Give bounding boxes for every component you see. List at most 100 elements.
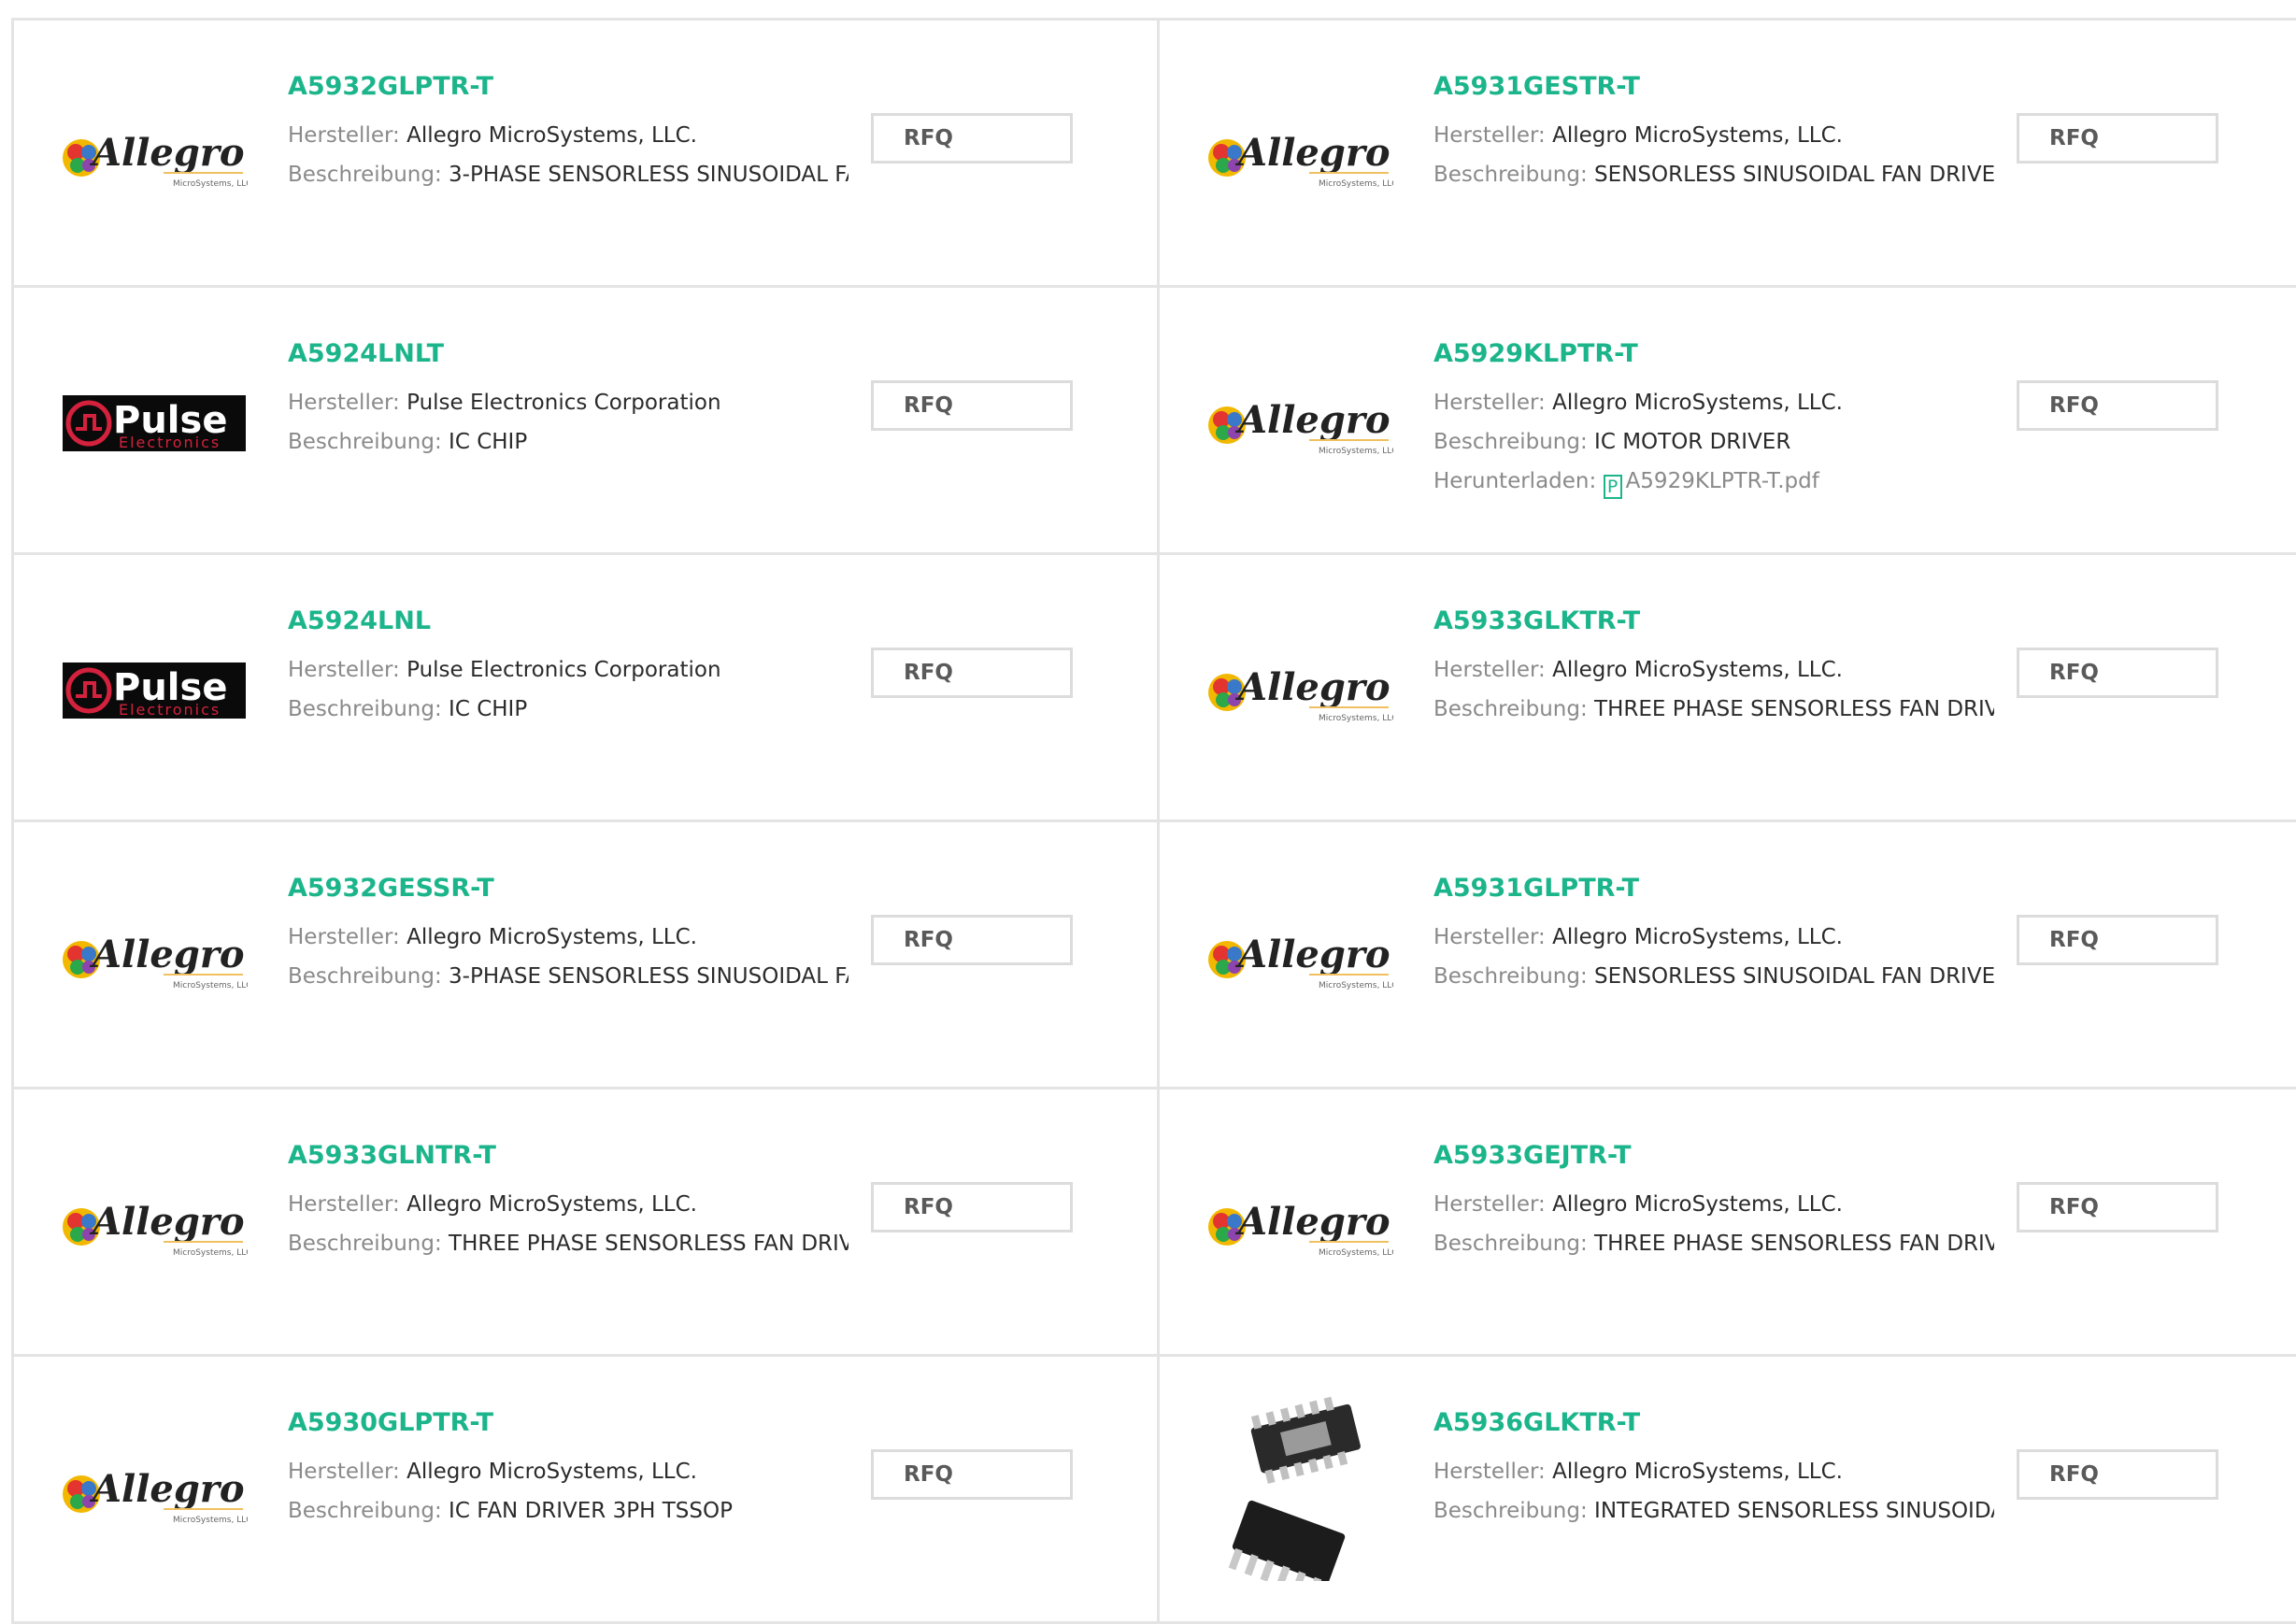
manufacturer-value: Allegro MicroSystems, LLC. bbox=[406, 123, 697, 148]
part-number-link[interactable]: A5933GLKTR-T bbox=[1433, 605, 1994, 637]
part-number-link[interactable]: A5932GESSR-T bbox=[288, 873, 849, 905]
allegro-subtext: MicroSystems, LLC bbox=[173, 179, 248, 189]
description-row: Beschreibung: THREE PHASE SENSORLESS FAN… bbox=[1433, 690, 1994, 729]
rfq-button[interactable]: RFQ bbox=[2017, 915, 2218, 965]
manufacturer-label: Hersteller: bbox=[1433, 123, 1546, 148]
description-label: Beschreibung: bbox=[288, 1499, 442, 1523]
chip-photo-icon bbox=[1228, 1396, 1361, 1581]
allegro-subtext: MicroSystems, LLC bbox=[1319, 1248, 1393, 1258]
manufacturer-label: Hersteller: bbox=[1433, 1460, 1546, 1484]
rfq-button[interactable]: RFQ bbox=[871, 915, 1073, 965]
allegro-logo-icon: Allegro MicroSystems, LLC bbox=[63, 1467, 248, 1525]
rfq-button[interactable]: RFQ bbox=[871, 648, 1073, 698]
product-grid: Allegro MicroSystems, LLC A5932GLPTR-T H… bbox=[11, 18, 2296, 1624]
description-label: Beschreibung: bbox=[1433, 697, 1588, 721]
part-number-link[interactable]: A5933GEJTR-T bbox=[1433, 1140, 1994, 1172]
part-number-link[interactable]: A5924LNLT bbox=[288, 338, 849, 370]
part-number-link[interactable]: A5929KLPTR-T bbox=[1433, 338, 1994, 370]
product-info: A5929KLPTR-T Hersteller: Allegro MicroSy… bbox=[1433, 338, 1994, 501]
pdf-icon: P bbox=[1603, 475, 1622, 499]
manufacturer-logo: Allegro MicroSystems, LLC bbox=[61, 1174, 248, 1276]
allegro-logo-icon: Allegro MicroSystems, LLC bbox=[63, 933, 248, 990]
part-number-link[interactable]: A5932GLPTR-T bbox=[288, 71, 849, 103]
description-row: Beschreibung: IC MOTOR DRIVER bbox=[1433, 422, 1994, 462]
product-info: A5932GESSR-T Hersteller: Allegro MicroSy… bbox=[288, 873, 849, 996]
part-number-link[interactable]: A5930GLPTR-T bbox=[288, 1407, 849, 1439]
manufacturer-value: Allegro MicroSystems, LLC. bbox=[1552, 1192, 1843, 1217]
description-label: Beschreibung: bbox=[288, 163, 442, 187]
rfq-button[interactable]: RFQ bbox=[871, 380, 1073, 431]
pulse-subtext: Electronics bbox=[119, 701, 221, 719]
description-value: IC FAN DRIVER 3PH TSSOP bbox=[449, 1499, 733, 1523]
manufacturer-value: Allegro MicroSystems, LLC. bbox=[1552, 658, 1843, 682]
manufacturer-label: Hersteller: bbox=[1433, 391, 1546, 415]
product-card: Allegro MicroSystems, LLC A5933GLNTR-T H… bbox=[14, 1090, 1160, 1357]
product-info: A5932GLPTR-T Hersteller: Allegro MicroSy… bbox=[288, 71, 849, 194]
description-row: Beschreibung: IC FAN DRIVER 3PH TSSOP bbox=[288, 1491, 849, 1531]
description-row: Beschreibung: SENSORLESS SINUSOIDAL FAN … bbox=[1433, 957, 1994, 996]
allegro-subtext: MicroSystems, LLC bbox=[173, 981, 248, 990]
rfq-button[interactable]: RFQ bbox=[2017, 648, 2218, 698]
rfq-button[interactable]: RFQ bbox=[2017, 113, 2218, 164]
manufacturer-logo: Allegro MicroSystems, LLC bbox=[1206, 906, 1393, 1009]
description-row: Beschreibung: 3-PHASE SENSORLESS SINUSOI… bbox=[288, 155, 849, 194]
download-row: Herunterladen: P A5929KLPTR-T.pdf bbox=[1433, 462, 1994, 501]
manufacturer-label: Hersteller: bbox=[288, 925, 400, 949]
product-info: A5933GLKTR-T Hersteller: Allegro MicroSy… bbox=[1433, 605, 1994, 729]
rfq-button[interactable]: RFQ bbox=[2017, 1182, 2218, 1232]
allegro-text: Allegro bbox=[89, 131, 245, 175]
allegro-text: Allegro bbox=[1234, 131, 1390, 175]
part-number-link[interactable]: A5924LNL bbox=[288, 605, 849, 637]
allegro-text: Allegro bbox=[1234, 933, 1390, 976]
rfq-button[interactable]: RFQ bbox=[871, 1449, 1073, 1500]
manufacturer-logo: Allegro MicroSystems, LLC bbox=[61, 105, 248, 207]
allegro-subtext: MicroSystems, LLC bbox=[173, 1248, 248, 1258]
description-value: 3-PHASE SENSORLESS SINUSOIDAL FA bbox=[449, 163, 849, 187]
description-value: SENSORLESS SINUSOIDAL FAN DRIVER bbox=[1594, 964, 1994, 989]
datasheet-link[interactable]: A5929KLPTR-T.pdf bbox=[1626, 469, 1819, 493]
manufacturer-logo: Allegro MicroSystems, LLC bbox=[61, 906, 248, 1009]
manufacturer-row: Hersteller: Allegro MicroSystems, LLC. bbox=[288, 1452, 849, 1491]
part-number-link[interactable]: A5931GESTR-T bbox=[1433, 71, 1994, 103]
rfq-button[interactable]: RFQ bbox=[871, 113, 1073, 164]
rfq-button[interactable]: RFQ bbox=[2017, 380, 2218, 431]
manufacturer-row: Hersteller: Allegro MicroSystems, LLC. bbox=[1433, 650, 1994, 690]
allegro-logo-icon: Allegro MicroSystems, LLC bbox=[63, 131, 248, 189]
description-label: Beschreibung: bbox=[288, 697, 442, 721]
description-row: Beschreibung: SENSORLESS SINUSOIDAL FAN … bbox=[1433, 155, 1994, 194]
manufacturer-logo: Allegro MicroSystems, LLC bbox=[1206, 372, 1393, 475]
manufacturer-value: Allegro MicroSystems, LLC. bbox=[1552, 1460, 1843, 1484]
manufacturer-row: Hersteller: Allegro MicroSystems, LLC. bbox=[1433, 1185, 1994, 1224]
manufacturer-row: Hersteller: Pulse Electronics Corporatio… bbox=[288, 650, 849, 690]
product-info: A5930GLPTR-T Hersteller: Allegro MicroSy… bbox=[288, 1407, 849, 1531]
pulse-logo-icon: Pulse Electronics bbox=[63, 395, 246, 451]
manufacturer-logo: Allegro MicroSystems, LLC bbox=[1206, 639, 1393, 742]
rfq-button[interactable]: RFQ bbox=[871, 1182, 1073, 1232]
part-number-link[interactable]: A5936GLKTR-T bbox=[1433, 1407, 1994, 1439]
product-info: A5931GLPTR-T Hersteller: Allegro MicroSy… bbox=[1433, 873, 1994, 996]
product-info: A5933GEJTR-T Hersteller: Allegro MicroSy… bbox=[1433, 1140, 1994, 1263]
manufacturer-value: Pulse Electronics Corporation bbox=[406, 391, 721, 415]
part-number-link[interactable]: A5933GLNTR-T bbox=[288, 1140, 849, 1172]
manufacturer-value: Allegro MicroSystems, LLC. bbox=[406, 1192, 697, 1217]
description-label: Beschreibung: bbox=[288, 1232, 442, 1256]
allegro-logo-icon: Allegro MicroSystems, LLC bbox=[1208, 665, 1393, 723]
manufacturer-row: Hersteller: Allegro MicroSystems, LLC. bbox=[288, 918, 849, 957]
description-row: Beschreibung: 3-PHASE SENSORLESS SINUSOI… bbox=[288, 957, 849, 996]
product-info: A5933GLNTR-T Hersteller: Allegro MicroSy… bbox=[288, 1140, 849, 1263]
description-row: Beschreibung: INTEGRATED SENSORLESS SINU… bbox=[1433, 1491, 1994, 1531]
description-row: Beschreibung: IC CHIP bbox=[288, 422, 849, 462]
description-row: Beschreibung: IC CHIP bbox=[288, 690, 849, 729]
description-row: Beschreibung: THREE PHASE SENSORLESS FAN… bbox=[288, 1224, 849, 1263]
download-label: Herunterladen: bbox=[1433, 469, 1597, 493]
description-value: INTEGRATED SENSORLESS SINUSOIDAL bbox=[1594, 1499, 1994, 1523]
product-card: Allegro MicroSystems, LLC A5931GLPTR-T H… bbox=[1160, 822, 2296, 1090]
part-number-link[interactable]: A5931GLPTR-T bbox=[1433, 873, 1994, 905]
manufacturer-row: Hersteller: Allegro MicroSystems, LLC. bbox=[1433, 116, 1994, 155]
manufacturer-value: Allegro MicroSystems, LLC. bbox=[406, 925, 697, 949]
rfq-button[interactable]: RFQ bbox=[2017, 1449, 2218, 1500]
manufacturer-value: Allegro MicroSystems, LLC. bbox=[406, 1460, 697, 1484]
description-label: Beschreibung: bbox=[288, 430, 442, 454]
manufacturer-row: Hersteller: Allegro MicroSystems, LLC. bbox=[288, 116, 849, 155]
description-value: IC CHIP bbox=[449, 430, 528, 454]
